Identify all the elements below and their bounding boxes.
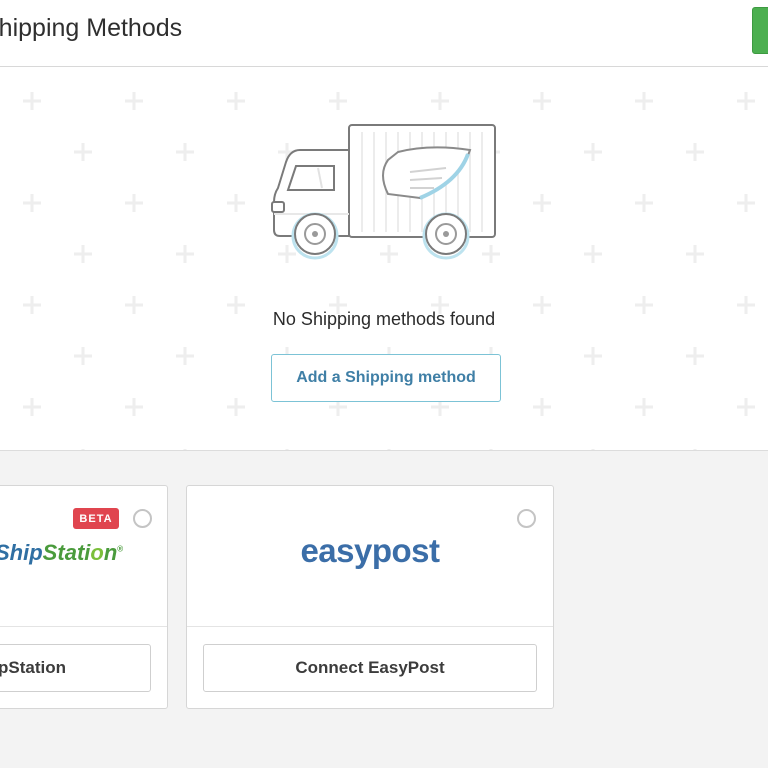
integration-card-easypost: easypost Connect EasyPost bbox=[186, 485, 554, 709]
empty-state-message: No Shipping methods found bbox=[272, 309, 496, 329]
card-header: easypost bbox=[187, 486, 553, 627]
easypost-radio[interactable] bbox=[517, 509, 536, 528]
add-shipping-method-button[interactable]: Add a Shipping method bbox=[271, 354, 501, 402]
beta-badge: BETA bbox=[73, 508, 119, 529]
connect-easypost-button[interactable]: Connect EasyPost bbox=[203, 644, 537, 692]
card-header: BETA ShipStation® bbox=[0, 486, 167, 627]
easypost-logo: easypost bbox=[300, 532, 440, 569]
shipstation-logo: ShipStation® bbox=[0, 540, 124, 565]
page-header: Shipping Methods bbox=[0, 0, 768, 67]
shipstation-radio[interactable] bbox=[133, 509, 152, 528]
integration-card-shipstation: BETA ShipStation® Connect ShipStation bbox=[0, 485, 168, 709]
delivery-truck-icon bbox=[271, 124, 496, 260]
primary-action-button[interactable] bbox=[752, 7, 768, 54]
page-title: Shipping Methods bbox=[0, 14, 183, 42]
connect-shipstation-button[interactable]: Connect ShipStation bbox=[0, 644, 151, 692]
empty-state-panel: No Shipping methods found Add a Shipping… bbox=[0, 67, 768, 451]
